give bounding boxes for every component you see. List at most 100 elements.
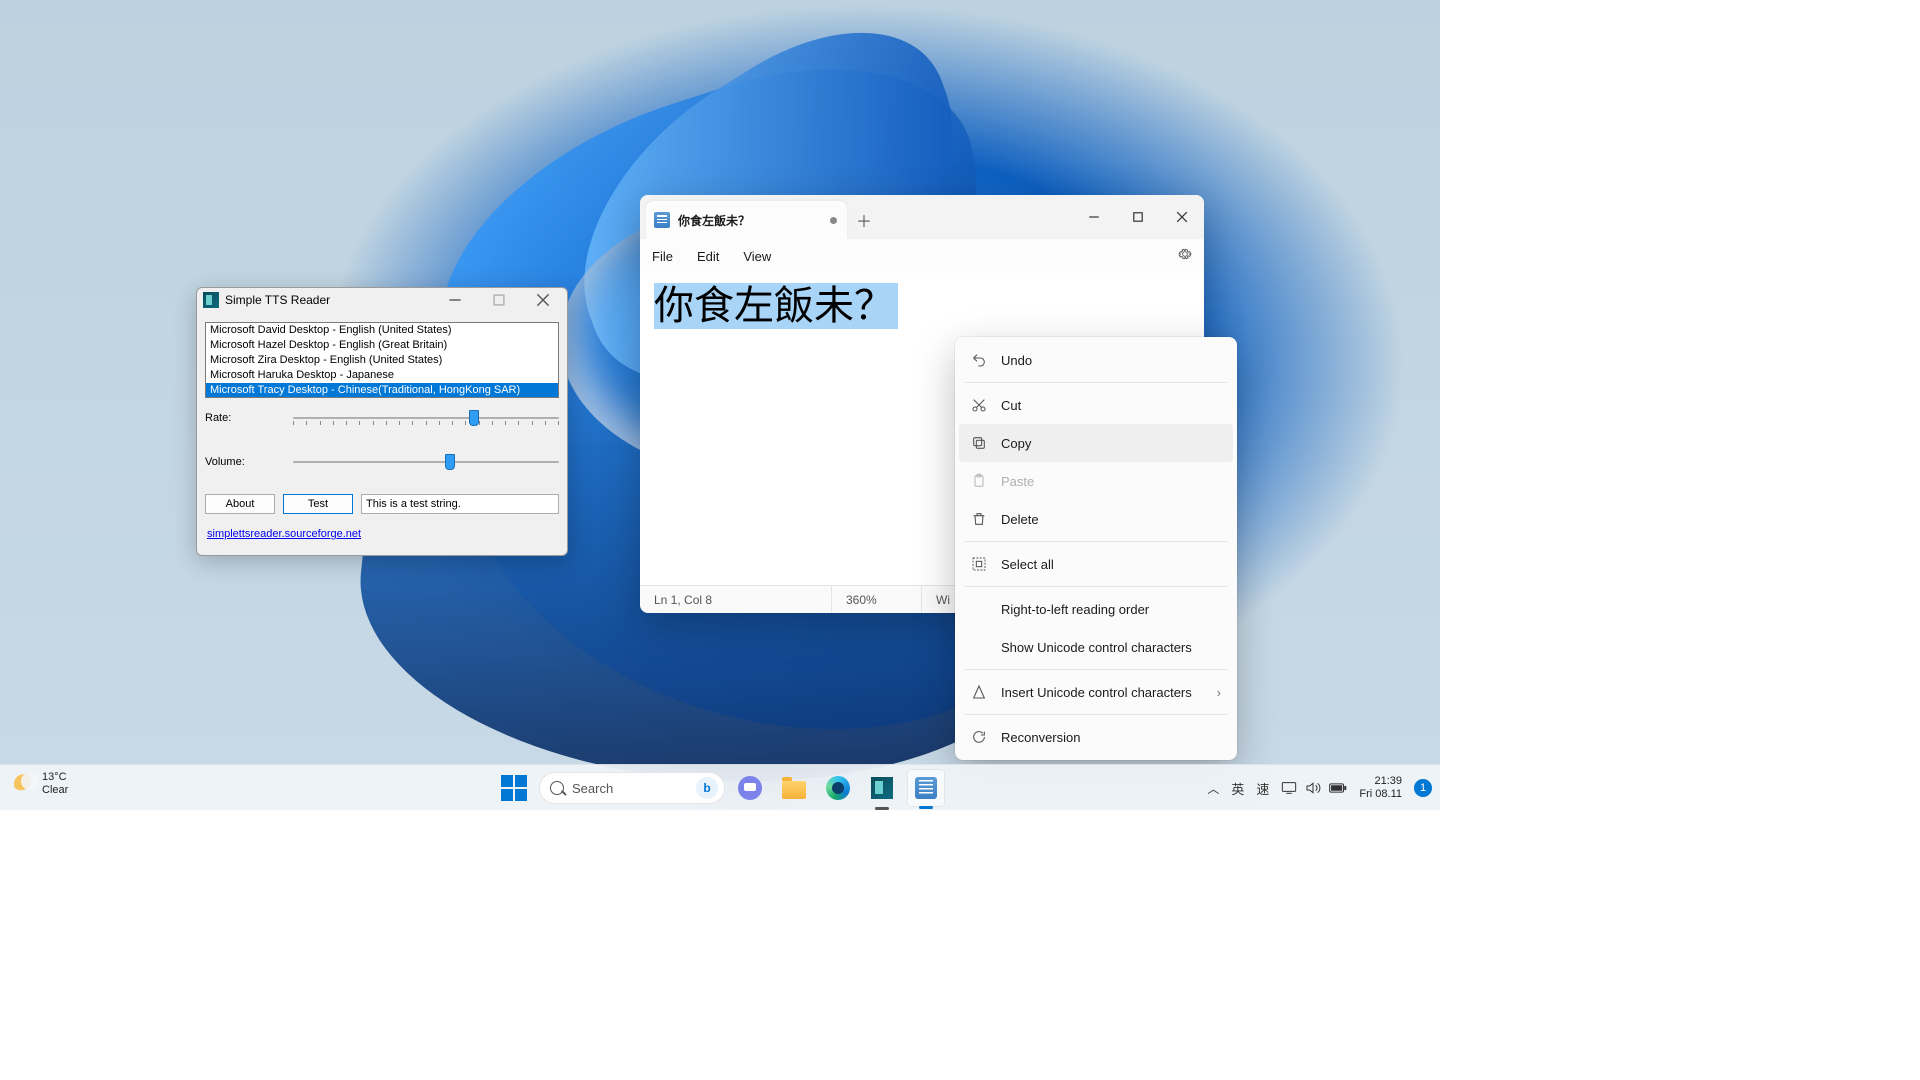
tts-window: Simple TTS Reader Microsoft David Deskto… (196, 287, 568, 556)
delete-icon (971, 511, 987, 527)
chat-icon (738, 776, 762, 800)
taskbar-weather[interactable]: 13°C Clear (14, 771, 68, 797)
minimize-button[interactable] (433, 288, 477, 312)
rate-slider-thumb[interactable] (469, 410, 479, 426)
rate-label: Rate: (205, 412, 293, 424)
taskbar-explorer[interactable] (775, 769, 813, 807)
edge-icon (826, 776, 850, 800)
reconversion-icon (971, 729, 987, 745)
bing-icon[interactable]: b (696, 777, 718, 799)
taskbar-chat[interactable] (731, 769, 769, 807)
ime-mode[interactable]: 速 (1256, 779, 1269, 798)
taskbar-edge[interactable] (819, 769, 857, 807)
menu-separator (965, 541, 1227, 542)
search-placeholder: Search (572, 781, 613, 796)
taskbar-tts[interactable] (863, 769, 901, 807)
context-rtl[interactable]: Right-to-left reading order (959, 590, 1233, 628)
menu-edit[interactable]: Edit (697, 249, 719, 264)
test-button[interactable]: Test (283, 494, 353, 514)
notepad-tab[interactable]: 你食左飯未？ (646, 201, 847, 239)
tray-overflow[interactable]: ︿ (1207, 780, 1219, 797)
about-button[interactable]: About (205, 494, 275, 514)
start-button[interactable] (495, 769, 533, 807)
folder-icon (782, 781, 806, 799)
voice-item[interactable]: Microsoft Haruka Desktop - Japanese (206, 368, 558, 383)
copy-icon (971, 435, 987, 451)
context-label: Paste (1001, 474, 1034, 489)
gear-icon (1178, 247, 1192, 261)
modified-indicator-icon (830, 217, 837, 224)
ime-language[interactable]: 英 (1231, 779, 1244, 798)
context-label: Right-to-left reading order (1001, 602, 1149, 617)
volume-slider-thumb[interactable] (445, 454, 455, 470)
notification-badge[interactable]: 1 (1414, 779, 1432, 797)
clock-time: 21:39 (1359, 775, 1402, 788)
taskbar-notepad[interactable] (907, 769, 945, 807)
volume-label: Volume: (205, 456, 293, 468)
volume-icon (1305, 781, 1321, 795)
status-zoom[interactable]: 360% (832, 586, 922, 613)
context-label: Reconversion (1001, 730, 1081, 745)
desktop-background: Simple TTS Reader Microsoft David Deskto… (0, 0, 1440, 810)
context-reconversion[interactable]: Reconversion (959, 718, 1233, 756)
taskbar-clock[interactable]: 21:39 Fri 08.11 (1359, 775, 1402, 801)
context-insert-unicode[interactable]: Insert Unicode control characters › (959, 673, 1233, 711)
voice-item[interactable]: Microsoft Zira Desktop - English (United… (206, 353, 558, 368)
voice-item[interactable]: Microsoft David Desktop - English (Unite… (206, 323, 558, 338)
close-button[interactable] (1160, 195, 1204, 239)
chevron-right-icon: › (1217, 685, 1221, 700)
context-label: Select all (1001, 557, 1054, 572)
menu-view[interactable]: View (743, 249, 771, 264)
display-icon (1281, 781, 1297, 795)
menu-separator (965, 714, 1227, 715)
windows-icon (501, 775, 527, 801)
context-copy[interactable]: Copy (959, 424, 1233, 462)
context-label: Cut (1001, 398, 1021, 413)
maximize-button[interactable] (1116, 195, 1160, 239)
search-icon (550, 781, 564, 795)
minimize-button[interactable] (1072, 195, 1116, 239)
context-delete[interactable]: Delete (959, 500, 1233, 538)
voice-item-selected[interactable]: Microsoft Tracy Desktop - Chinese(Tradit… (206, 383, 558, 398)
tab-title: 你食左飯未？ (678, 212, 818, 229)
selected-text[interactable]: 你食左飯未？ (654, 283, 898, 329)
context-menu: Undo Cut Copy Paste Delete Select all Ri… (955, 337, 1237, 760)
notepad-icon (654, 212, 670, 228)
menu-separator (965, 669, 1227, 670)
notepad-icon (915, 777, 937, 799)
context-show-unicode[interactable]: Show Unicode control characters (959, 628, 1233, 666)
voice-list[interactable]: Microsoft David Desktop - English (Unite… (205, 322, 559, 398)
maximize-button[interactable] (477, 288, 521, 312)
menu-file[interactable]: File (652, 249, 673, 264)
volume-slider[interactable] (293, 452, 559, 472)
voice-item[interactable]: Microsoft Hazel Desktop - English (Great… (206, 338, 558, 353)
tts-app-icon (203, 292, 219, 308)
system-tray[interactable] (1281, 781, 1347, 795)
context-label: Copy (1001, 436, 1031, 451)
context-select-all[interactable]: Select all (959, 545, 1233, 583)
search-box[interactable]: Search b (539, 772, 725, 804)
select-all-icon (971, 556, 987, 572)
context-label: Show Unicode control characters (1001, 640, 1192, 655)
cut-icon (971, 397, 987, 413)
new-tab-button[interactable]: ＋ (847, 201, 881, 239)
context-label: Insert Unicode control characters (1001, 685, 1192, 700)
test-input[interactable] (361, 494, 559, 514)
undo-icon (971, 352, 987, 368)
settings-button[interactable] (1178, 247, 1192, 266)
menu-separator (965, 586, 1227, 587)
homepage-link[interactable]: simplettsreader.sourceforge.net (207, 528, 361, 540)
weather-cond: Clear (42, 784, 68, 797)
battery-icon (1329, 782, 1347, 794)
rate-slider[interactable] (293, 408, 559, 428)
context-undo[interactable]: Undo (959, 341, 1233, 379)
tts-app-icon (871, 777, 893, 799)
close-button[interactable] (521, 288, 565, 312)
unicode-icon (971, 684, 987, 700)
status-position: Ln 1, Col 8 (640, 586, 832, 613)
tts-titlebar[interactable]: Simple TTS Reader (197, 288, 567, 312)
context-paste: Paste (959, 462, 1233, 500)
context-cut[interactable]: Cut (959, 386, 1233, 424)
weather-icon (14, 774, 34, 794)
menu-separator (965, 382, 1227, 383)
